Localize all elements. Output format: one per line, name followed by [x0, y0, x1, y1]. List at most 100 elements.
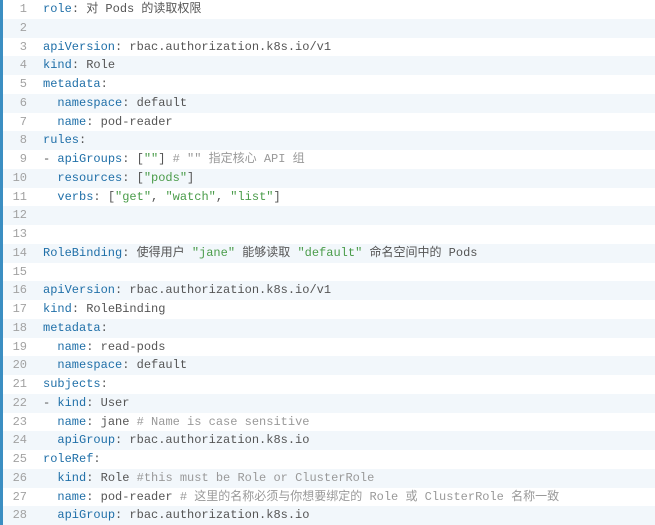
token-plain: : 使得用户 — [122, 246, 192, 260]
line-number: 9 — [3, 150, 35, 169]
line-number: 26 — [3, 469, 35, 488]
token-plain: : default — [122, 358, 187, 372]
token-str: "watch" — [165, 190, 215, 204]
code-content[interactable]: kind: RoleBinding — [35, 300, 655, 319]
code-line[interactable]: 3apiVersion: rbac.authorization.k8s.io/v… — [3, 38, 655, 57]
code-content[interactable]: name: pod-reader — [35, 113, 655, 132]
token-plain: - — [43, 152, 57, 166]
token-plain: : rbac.authorization.k8s.io — [115, 433, 309, 447]
code-line[interactable]: 17kind: RoleBinding — [3, 300, 655, 319]
code-content[interactable]: role: 对 Pods 的读取权限 — [35, 0, 655, 19]
token-str: "" — [144, 152, 158, 166]
code-line[interactable]: 18metadata: — [3, 319, 655, 338]
token-key: name — [57, 415, 86, 429]
token-key: rules — [43, 133, 79, 147]
token-key: apiVersion — [43, 283, 115, 297]
code-line[interactable]: 25roleRef: — [3, 450, 655, 469]
token-plain: : — [101, 77, 108, 91]
code-content[interactable]: namespace: default — [35, 356, 655, 375]
token-plain: : pod-reader — [86, 115, 172, 129]
code-content[interactable]: namespace: default — [35, 94, 655, 113]
code-content[interactable]: name: jane # Name is case sensitive — [35, 413, 655, 432]
token-plain — [43, 96, 57, 110]
token-plain — [43, 340, 57, 354]
line-number: 2 — [3, 19, 35, 38]
line-number: 21 — [3, 375, 35, 394]
code-line[interactable]: 28 apiGroup: rbac.authorization.k8s.io — [3, 506, 655, 525]
token-com: # "" 指定核心 API 组 — [173, 152, 305, 166]
code-content[interactable]: apiGroup: rbac.authorization.k8s.io — [35, 431, 655, 450]
token-plain — [43, 415, 57, 429]
line-number: 24 — [3, 431, 35, 450]
code-content[interactable]: metadata: — [35, 319, 655, 338]
token-plain: : read-pods — [86, 340, 165, 354]
token-plain: : 对 Pods 的读取权限 — [72, 2, 202, 16]
token-key: namespace — [57, 358, 122, 372]
token-key: metadata — [43, 321, 101, 335]
code-content[interactable]: resources: ["pods"] — [35, 169, 655, 188]
code-line[interactable]: 26 kind: Role #this must be Role or Clus… — [3, 469, 655, 488]
token-key: kind — [43, 58, 72, 72]
token-plain — [43, 433, 57, 447]
token-key: kind — [57, 471, 86, 485]
token-com: #this must be Role or ClusterRole — [137, 471, 375, 485]
code-line[interactable]: 22- kind: User — [3, 394, 655, 413]
code-content[interactable]: name: pod-reader # 这里的名称必须与你想要绑定的 Role 或… — [35, 488, 655, 507]
code-content[interactable]: kind: Role — [35, 56, 655, 75]
token-plain: : — [93, 452, 100, 466]
code-line[interactable]: 16apiVersion: rbac.authorization.k8s.io/… — [3, 281, 655, 300]
token-plain: , — [151, 190, 165, 204]
code-line[interactable]: 13 — [3, 225, 655, 244]
code-line[interactable]: 4kind: Role — [3, 56, 655, 75]
code-content[interactable]: verbs: ["get", "watch", "list"] — [35, 188, 655, 207]
code-content[interactable]: subjects: — [35, 375, 655, 394]
line-number: 28 — [3, 506, 35, 525]
line-number: 15 — [3, 263, 35, 282]
code-content[interactable]: apiGroup: rbac.authorization.k8s.io — [35, 506, 655, 525]
token-str: "default" — [297, 246, 362, 260]
code-content[interactable]: roleRef: — [35, 450, 655, 469]
code-line[interactable]: 24 apiGroup: rbac.authorization.k8s.io — [3, 431, 655, 450]
token-plain: , — [216, 190, 230, 204]
code-line[interactable]: 10 resources: ["pods"] — [3, 169, 655, 188]
code-line[interactable]: 21subjects: — [3, 375, 655, 394]
code-line[interactable]: 8rules: — [3, 131, 655, 150]
line-number: 14 — [3, 244, 35, 263]
line-number: 13 — [3, 225, 35, 244]
code-content[interactable]: name: read-pods — [35, 338, 655, 357]
code-line[interactable]: 9- apiGroups: [""] # "" 指定核心 API 组 — [3, 150, 655, 169]
code-line[interactable]: 1role: 对 Pods 的读取权限 — [3, 0, 655, 19]
code-content[interactable]: - kind: User — [35, 394, 655, 413]
code-line[interactable]: 5metadata: — [3, 75, 655, 94]
code-line[interactable]: 11 verbs: ["get", "watch", "list"] — [3, 188, 655, 207]
code-line[interactable]: 19 name: read-pods — [3, 338, 655, 357]
token-plain — [43, 471, 57, 485]
token-key: metadata — [43, 77, 101, 91]
code-content[interactable]: apiVersion: rbac.authorization.k8s.io/v1 — [35, 38, 655, 57]
code-line[interactable]: 15 — [3, 263, 655, 282]
code-content[interactable]: apiVersion: rbac.authorization.k8s.io/v1 — [35, 281, 655, 300]
code-line[interactable]: 2 — [3, 19, 655, 38]
code-line[interactable]: 20 namespace: default — [3, 356, 655, 375]
code-editor[interactable]: 1role: 对 Pods 的读取权限23apiVersion: rbac.au… — [0, 0, 655, 525]
code-line[interactable]: 14RoleBinding: 使得用户 "jane" 能够读取 "default… — [3, 244, 655, 263]
code-content[interactable]: rules: — [35, 131, 655, 150]
token-key: apiGroup — [57, 508, 115, 522]
line-number: 22 — [3, 394, 35, 413]
token-key: apiGroup — [57, 433, 115, 447]
code-line[interactable]: 27 name: pod-reader # 这里的名称必须与你想要绑定的 Rol… — [3, 488, 655, 507]
token-plain: : rbac.authorization.k8s.io — [115, 508, 309, 522]
code-content[interactable]: kind: Role #this must be Role or Cluster… — [35, 469, 655, 488]
line-number: 10 — [3, 169, 35, 188]
code-line[interactable]: 7 name: pod-reader — [3, 113, 655, 132]
code-content[interactable]: - apiGroups: [""] # "" 指定核心 API 组 — [35, 150, 655, 169]
code-line[interactable]: 23 name: jane # Name is case sensitive — [3, 413, 655, 432]
token-plain: : Role — [86, 471, 136, 485]
code-content[interactable]: RoleBinding: 使得用户 "jane" 能够读取 "default" … — [35, 244, 655, 263]
line-number: 7 — [3, 113, 35, 132]
token-plain: ] — [158, 152, 172, 166]
code-line[interactable]: 12 — [3, 206, 655, 225]
line-number: 16 — [3, 281, 35, 300]
code-content[interactable]: metadata: — [35, 75, 655, 94]
code-line[interactable]: 6 namespace: default — [3, 94, 655, 113]
